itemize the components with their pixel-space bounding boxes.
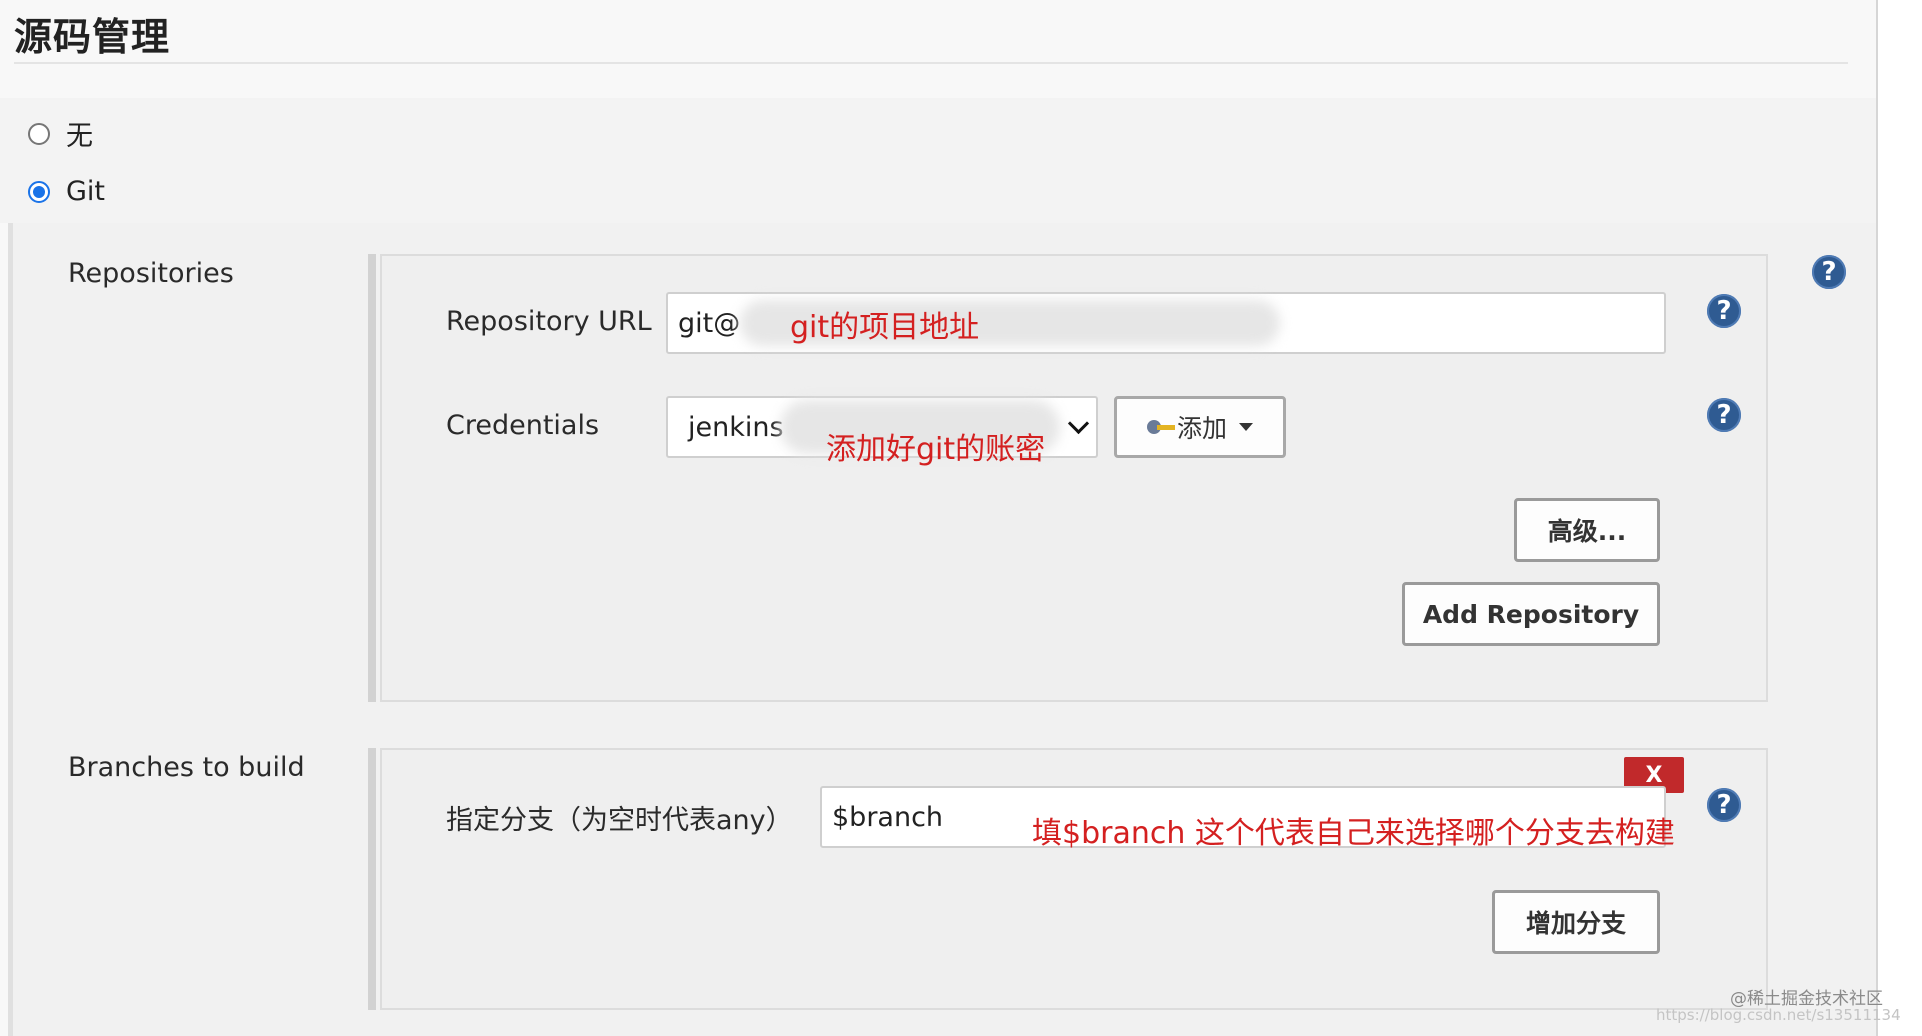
radio-button-git[interactable]	[28, 180, 50, 203]
help-icon-credentials[interactable]: ?	[1707, 398, 1741, 432]
credentials-value: jenkins	[688, 411, 784, 443]
repository-url-label: Repository URL	[446, 306, 652, 337]
branch-spec-value: $branch	[832, 801, 944, 833]
credentials-label: Credentials	[446, 410, 600, 441]
scm-option-git[interactable]: Git	[28, 176, 105, 207]
add-branch-button[interactable]: 增加分支	[1492, 890, 1660, 954]
chevron-down-icon	[1067, 412, 1090, 435]
caret-down-icon	[1239, 423, 1253, 431]
credentials-annotation: 添加好git的账密	[826, 432, 1046, 467]
branches-label: Branches to build	[68, 752, 305, 783]
page-margin	[1878, 0, 1922, 1036]
advanced-button[interactable]: 高级...	[1514, 498, 1660, 562]
scm-option-none[interactable]: 无	[28, 114, 93, 153]
add-credentials-label: 添加	[1176, 414, 1227, 443]
watermark-url: https://blog.csdn.net/s13511134	[1656, 1006, 1901, 1024]
repositories-panel-bar	[368, 254, 376, 702]
url-annotation: git的项目地址	[790, 310, 980, 345]
help-icon-repository-url[interactable]: ?	[1707, 294, 1741, 328]
add-credentials-button[interactable]: 添加	[1114, 396, 1286, 458]
scm-option-none-label: 无	[66, 121, 93, 152]
scm-option-git-label: Git	[66, 176, 106, 207]
key-icon	[1146, 418, 1175, 436]
repositories-label: Repositories	[68, 258, 234, 289]
scm-radio-group	[0, 98, 1876, 223]
help-icon-git[interactable]: ?	[1812, 255, 1846, 289]
branch-annotation: 填$branch 这个代表自己来选择哪个分支去构建	[1032, 816, 1675, 851]
repository-url-value: git@	[678, 307, 741, 339]
section-divider	[14, 62, 1848, 64]
add-repository-button[interactable]: Add Repository	[1402, 582, 1660, 646]
git-config-bar	[8, 223, 13, 1036]
branches-panel-bar	[368, 748, 376, 1010]
help-icon-branch-spec[interactable]: ?	[1707, 788, 1741, 822]
section-title: 源码管理	[14, 15, 171, 59]
radio-button-none[interactable]	[28, 122, 50, 145]
branch-spec-label: 指定分支（为空时代表any）	[446, 805, 793, 836]
